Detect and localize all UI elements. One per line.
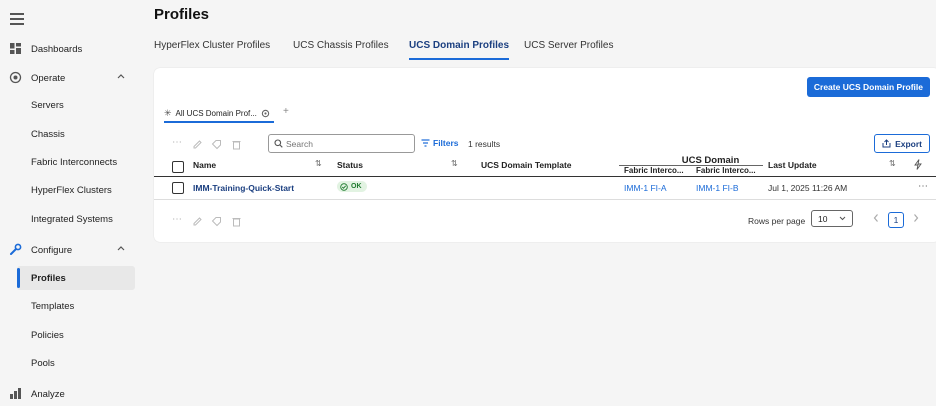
add-view-button[interactable]: + (283, 106, 289, 117)
sidebar-item-servers[interactable]: Servers (0, 93, 136, 117)
sidebar: Dashboards Operate Servers Chassis Fabri… (0, 0, 140, 400)
export-button[interactable]: Export (874, 134, 930, 153)
sidebar-item-label: Dashboards (31, 43, 83, 55)
sidebar-group-analyze[interactable]: Analyze (0, 382, 136, 406)
table-header: Name ⇅ Status ⇅ UCS Domain Template UCS … (154, 155, 936, 177)
sort-icon[interactable]: ⇅ (315, 159, 322, 168)
column-header-fi-b[interactable]: Fabric Interco... (696, 166, 762, 175)
select-all-checkbox[interactable] (172, 161, 184, 173)
row-fi-a-link[interactable]: IMM-1 FI-A (624, 183, 667, 193)
column-header-last-update[interactable]: Last Update (768, 160, 817, 170)
page-title: Profiles (154, 6, 210, 23)
column-header-fi-a[interactable]: Fabric Interco... (624, 166, 690, 175)
sidebar-item-templates[interactable]: Templates (0, 294, 136, 318)
dashboard-icon (10, 43, 21, 54)
sidebar-item-policies[interactable]: Policies (0, 323, 136, 347)
trash-icon (232, 141, 241, 150)
tab-ucs-domain-profiles[interactable]: UCS Domain Profiles (409, 40, 510, 60)
column-header-name[interactable]: Name (193, 160, 216, 170)
table-row[interactable]: IMM-Training-Quick-Start OK IMM-1 FI-A I… (154, 177, 936, 200)
profiles-card: Create UCS Domain Profile ✳ All UCS Doma… (154, 68, 936, 242)
view-tab-all[interactable]: ✳ All UCS Domain Prof... (164, 106, 274, 123)
filters-label: Filters (433, 138, 459, 148)
view-tab-label: All UCS Domain Prof... (175, 109, 257, 118)
row-last-update: Jul 1, 2025 11:26 AM (768, 183, 848, 193)
sidebar-item-chassis[interactable]: Chassis (0, 122, 136, 146)
row-checkbox[interactable] (172, 182, 184, 194)
status-badge: OK (337, 181, 367, 192)
sidebar-item-label: Chassis (31, 128, 65, 140)
search-input[interactable] (286, 138, 401, 149)
sidebar-item-label: Pools (31, 357, 55, 369)
tab-ucs-server-profiles[interactable]: UCS Server Profiles (524, 40, 613, 60)
sidebar-item-label: Integrated Systems (31, 213, 113, 225)
more-options-icon: ⋯ (172, 137, 182, 148)
column-header-status[interactable]: Status (337, 160, 363, 170)
sidebar-group-configure[interactable]: Configure (0, 238, 136, 262)
sidebar-item-profiles[interactable]: Profiles (17, 266, 135, 290)
sidebar-item-pools[interactable]: Pools (0, 351, 136, 375)
status-label: OK (351, 183, 362, 190)
sidebar-group-operate[interactable]: Operate (0, 66, 136, 90)
main-content: Profiles HyperFlex Cluster Profiles UCS … (140, 0, 936, 394)
chevron-down-icon (839, 216, 846, 221)
search-box[interactable] (268, 134, 415, 153)
sidebar-group-label: Analyze (31, 388, 65, 400)
asterisk-icon: ✳ (164, 108, 172, 118)
export-label: Export (895, 138, 922, 149)
hamburger-menu-icon[interactable] (10, 13, 24, 27)
lightning-icon[interactable] (914, 159, 922, 170)
tab-hyperflex-cluster-profiles[interactable]: HyperFlex Cluster Profiles (154, 40, 270, 60)
trash-icon (232, 218, 241, 227)
sort-icon[interactable]: ⇅ (889, 159, 896, 168)
row-fi-b-link[interactable]: IMM-1 FI-B (696, 183, 739, 193)
more-options-icon: ⋯ (172, 214, 182, 225)
sidebar-group-label: Operate (31, 72, 66, 84)
sidebar-item-hyperflex-clusters[interactable]: HyperFlex Clusters (0, 178, 136, 202)
chevron-left-icon[interactable] (872, 213, 880, 223)
chevron-up-icon[interactable] (117, 245, 125, 251)
export-icon (882, 139, 891, 148)
wrench-icon (10, 243, 22, 255)
chevron-right-icon[interactable] (912, 213, 920, 223)
gear-icon[interactable] (261, 109, 270, 118)
filter-icon (421, 139, 430, 147)
tab-ucs-chassis-profiles[interactable]: UCS Chassis Profiles (293, 40, 389, 60)
search-icon (274, 139, 283, 148)
sidebar-item-label: Servers (31, 99, 64, 111)
edit-icon (193, 217, 202, 226)
edit-icon (193, 140, 202, 149)
sidebar-item-label: Templates (31, 300, 75, 312)
rows-per-page-select[interactable]: 10 (811, 210, 853, 227)
operate-icon (9, 71, 22, 84)
rows-per-page-value: 10 (818, 213, 828, 224)
chevron-up-icon[interactable] (117, 73, 125, 79)
sidebar-item-integrated-systems[interactable]: Integrated Systems (0, 207, 136, 231)
sidebar-item-dashboards[interactable]: Dashboards (0, 37, 136, 61)
sidebar-item-label: Fabric Interconnects (31, 156, 118, 168)
current-page[interactable]: 1 (888, 212, 904, 228)
sort-icon[interactable]: ⇅ (451, 159, 458, 168)
results-count: 1 results (468, 139, 501, 149)
sidebar-item-label: Profiles (31, 272, 66, 284)
tag-icon (211, 217, 221, 227)
column-header-template[interactable]: UCS Domain Template (481, 160, 572, 170)
tag-icon (211, 140, 221, 150)
rows-per-page-label: Rows per page (748, 216, 806, 226)
check-circle-icon (340, 182, 348, 191)
sidebar-group-label: Configure (31, 244, 73, 256)
create-ucs-domain-profile-button[interactable]: Create UCS Domain Profile (806, 77, 930, 97)
filters-button[interactable]: Filters (421, 138, 459, 148)
row-actions-icon[interactable]: ⋯ (918, 181, 928, 192)
sidebar-item-label: Policies (31, 329, 64, 341)
row-name-link[interactable]: IMM-Training-Quick-Start (193, 183, 294, 193)
sidebar-item-label: HyperFlex Clusters (31, 184, 112, 196)
sidebar-item-fabric-interconnects[interactable]: Fabric Interconnects (0, 150, 136, 174)
